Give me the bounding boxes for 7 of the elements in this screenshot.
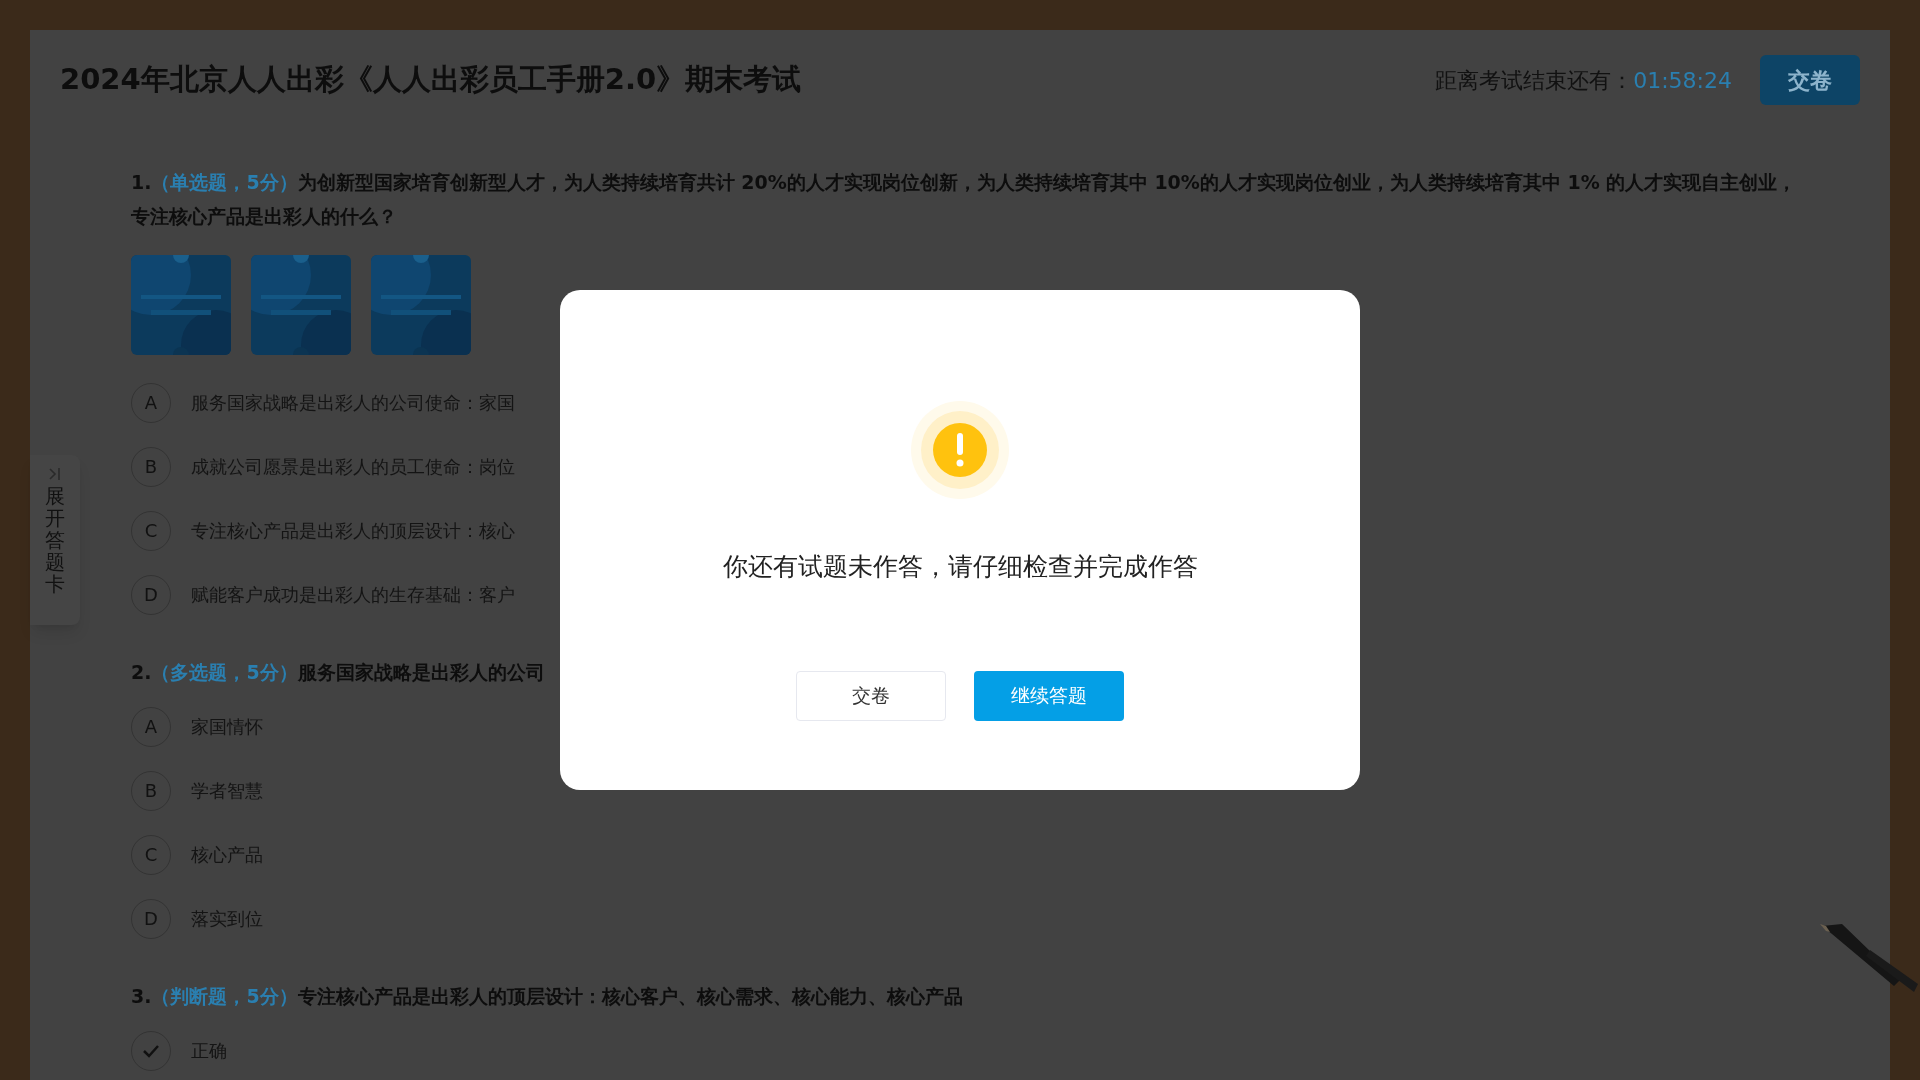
continue-button[interactable]: 继续答题 [974, 670, 1124, 721]
warning-icon [910, 400, 1010, 500]
dialog-message: 你还有试题未作答，请仔细检查并完成作答 [722, 551, 1198, 583]
submit-button[interactable]: 交卷 [1760, 55, 1860, 105]
timer-value: 01:58:24 [1633, 66, 1732, 95]
submit-button[interactable]: 交卷 [796, 670, 946, 721]
expand-icon [47, 467, 63, 481]
